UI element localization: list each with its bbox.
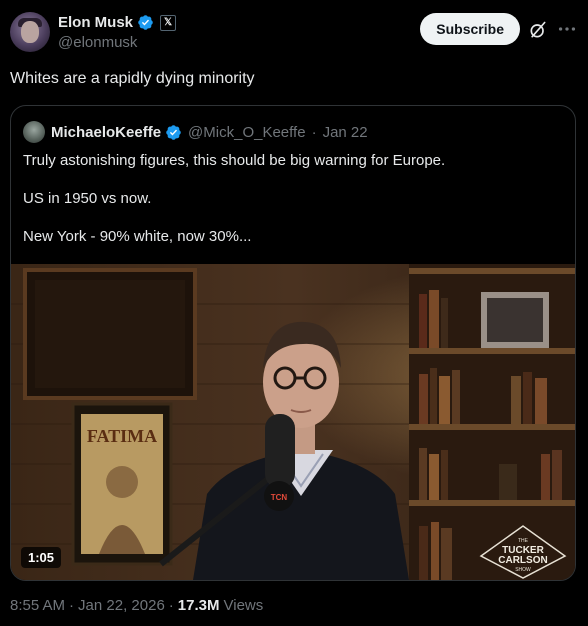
post-date[interactable]: Jan 22, 2026	[78, 597, 165, 614]
post-header: Elon Musk 𝕏 @elonmusk Subscribe	[10, 12, 578, 56]
grok-icon[interactable]	[528, 20, 548, 40]
meta-separator: ·	[69, 597, 75, 614]
bookshelf	[409, 264, 575, 580]
post-meta: 8:55 AM · Jan 22, 2026 · 17.3M Views	[10, 597, 263, 614]
quoted-line: US in 1950 vs now.	[23, 190, 152, 207]
poster-title: FATIMA	[87, 426, 157, 446]
more-options-icon[interactable]	[556, 18, 578, 40]
fatima-poster: FATIMA	[71, 402, 173, 566]
watermark-bottom: SHOW	[515, 567, 531, 573]
post-text: Whites are a rapidly dying minority	[10, 70, 255, 87]
views-label: Views	[223, 597, 264, 614]
quoted-separator: ·	[311, 123, 317, 141]
quoted-line: New York - 90% white, now 30%...	[23, 228, 252, 245]
quoted-post[interactable]: MichaeloKeeffe @Mick_O_Keeffe · Jan 22 T…	[10, 105, 576, 581]
wall-frame-inner	[35, 280, 185, 388]
quoted-post-header: MichaeloKeeffe @Mick_O_Keeffe · Jan 22	[23, 121, 368, 143]
quoted-author-handle[interactable]: @Mick_O_Keeffe	[188, 124, 306, 141]
watermark-line2: CARLSON	[498, 555, 547, 566]
author-handle[interactable]: @elonmusk	[58, 34, 137, 51]
subscribe-button[interactable]: Subscribe	[420, 13, 520, 45]
affiliate-x-icon[interactable]: 𝕏	[160, 14, 177, 31]
watermark-top: THE	[518, 538, 529, 544]
post-time[interactable]: 8:55 AM	[10, 597, 65, 614]
views-count[interactable]: 17.3M	[178, 597, 220, 614]
video-player[interactable]: FATIMA TCN THE TUCKER CARLSON SHOW 1:05	[11, 264, 575, 580]
quoted-date[interactable]: Jan 22	[323, 124, 368, 141]
avatar-face	[21, 21, 39, 43]
video-frame: FATIMA TCN THE TUCKER CARLSON SHOW	[11, 264, 575, 580]
verified-badge-icon	[138, 15, 153, 30]
quoted-post-text: Truly astonishing figures, this should b…	[23, 151, 563, 265]
quoted-author-name[interactable]: MichaeloKeeffe	[51, 124, 161, 141]
quoted-line: Truly astonishing figures, this should b…	[23, 152, 446, 169]
video-duration-badge: 1:05	[21, 547, 62, 568]
author-name-line: Elon Musk 𝕏	[58, 14, 177, 31]
author-name[interactable]: Elon Musk	[58, 14, 133, 31]
quoted-verified-badge-icon	[166, 124, 181, 140]
meta-separator: ·	[168, 597, 174, 614]
author-avatar[interactable]	[10, 12, 50, 52]
mic-label: TCN	[271, 493, 288, 502]
quoted-author-avatar[interactable]	[23, 121, 45, 143]
